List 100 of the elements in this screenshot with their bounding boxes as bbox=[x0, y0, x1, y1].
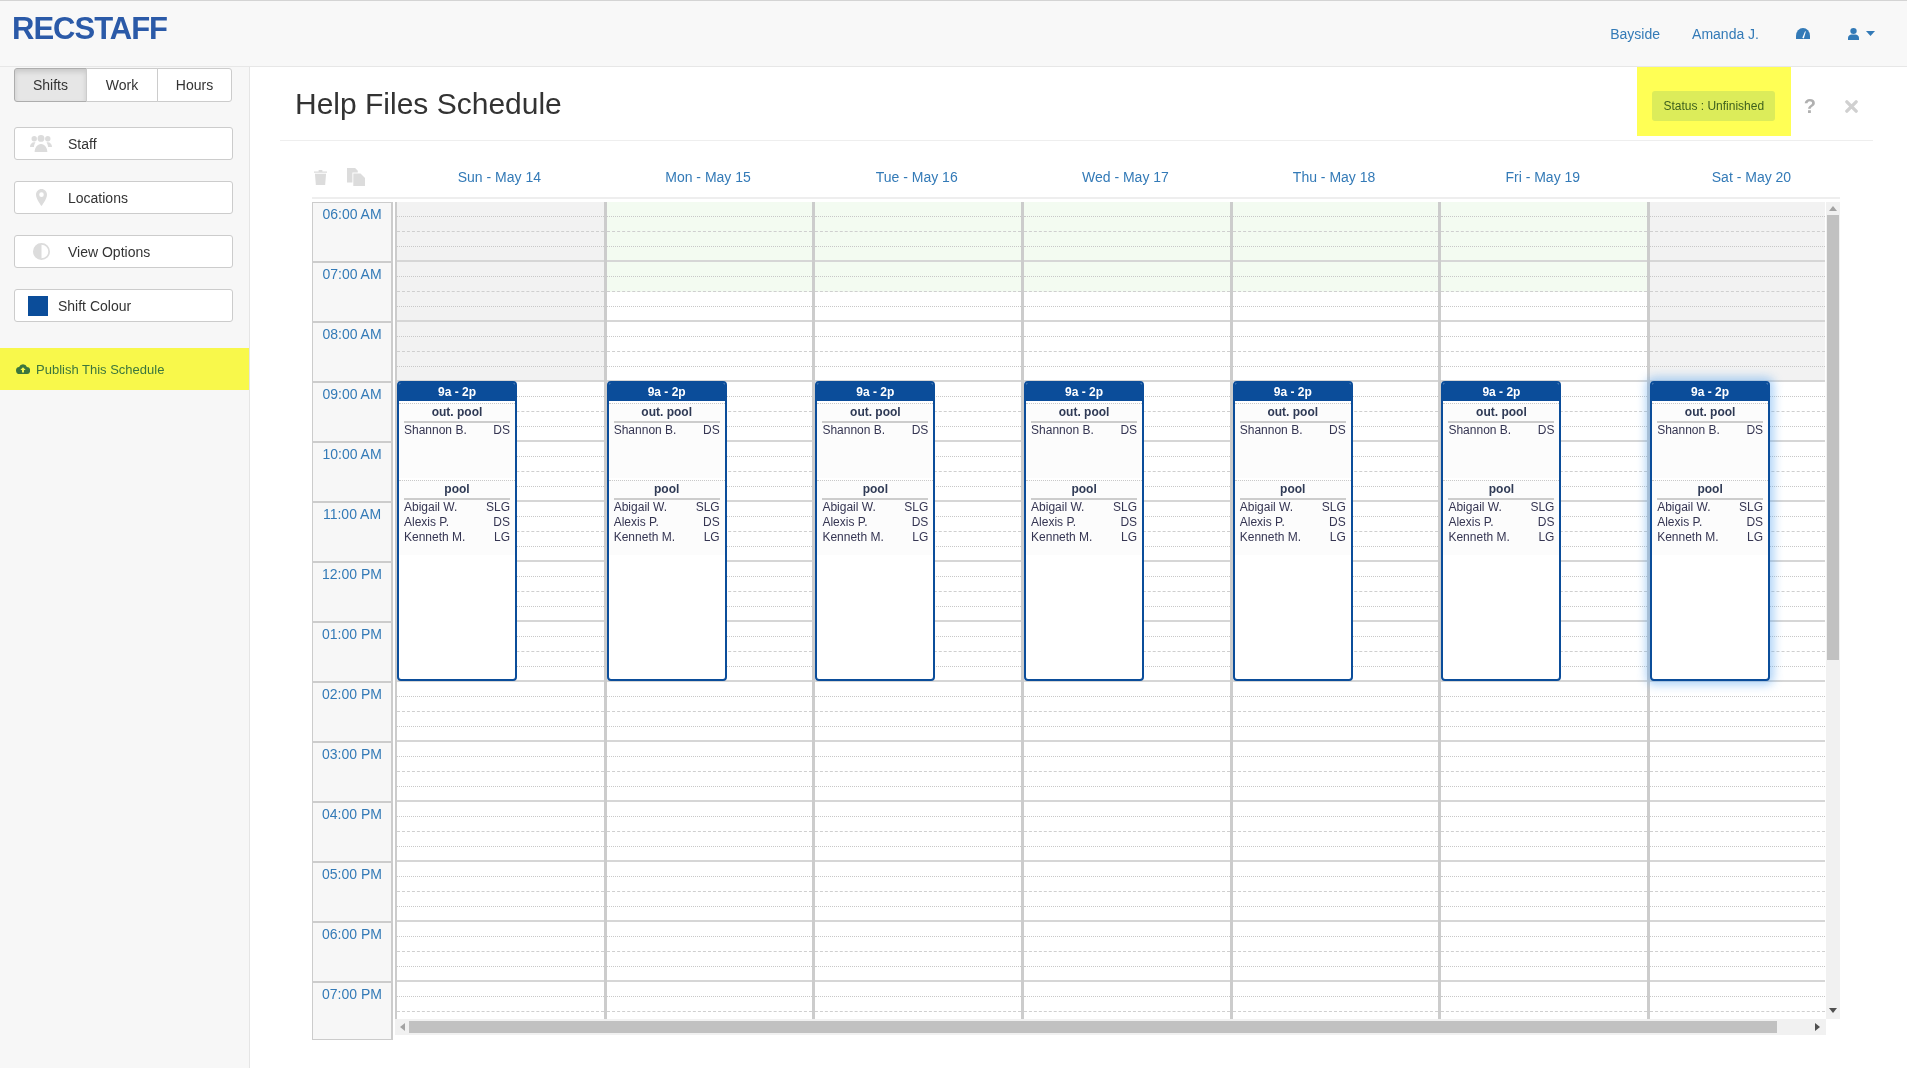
shift-card[interactable]: 9a - 2p out. pool Shannon B. DS pool Abigail W. SLG Alexis P. DS Kenneth M. LG bbox=[1441, 381, 1562, 681]
staff-name: Alexis P. bbox=[1031, 515, 1077, 530]
staff-name: Shannon B. bbox=[1239, 423, 1303, 438]
location-name: out. pool bbox=[613, 404, 720, 423]
staff-role: LG bbox=[1121, 530, 1138, 545]
staff-name: Alexis P. bbox=[613, 515, 659, 530]
sidebar-button[interactable]: View Options bbox=[14, 235, 233, 268]
staff-name: Kenneth M. bbox=[1448, 530, 1510, 545]
time-cell: 07:00 AM bbox=[313, 263, 391, 323]
staff-role: DS bbox=[703, 423, 720, 438]
shift-time: 9a - 2p bbox=[1026, 383, 1143, 401]
close-icon[interactable] bbox=[1845, 100, 1858, 113]
location-name: out. pool bbox=[1239, 404, 1346, 423]
shift-time: 9a - 2p bbox=[1652, 383, 1769, 401]
time-cell: 02:00 PM bbox=[313, 683, 391, 743]
staff-role: DS bbox=[1120, 423, 1138, 438]
shift-time: 9a - 2p bbox=[1234, 383, 1351, 401]
staff-name: Shannon B. bbox=[1031, 423, 1094, 438]
staff-name: Kenneth M. bbox=[1239, 530, 1302, 545]
half-circle-icon bbox=[32, 243, 50, 260]
staff-name: Abigail W. bbox=[1031, 500, 1085, 515]
scrollbar-thumb[interactable] bbox=[1827, 215, 1839, 660]
staff-role: LG bbox=[494, 530, 510, 545]
location-name: pool bbox=[1657, 481, 1764, 500]
staff-role: DS bbox=[1329, 423, 1346, 438]
location-name: out. pool bbox=[1031, 404, 1138, 423]
location-name: out. pool bbox=[822, 404, 929, 423]
vertical-scrollbar[interactable] bbox=[1826, 202, 1840, 1019]
time-cell: 03:00 PM bbox=[313, 743, 391, 803]
day-header: Fri - May 19 bbox=[1505, 169, 1581, 185]
staff-name: Shannon B. bbox=[822, 423, 886, 438]
staff-name: Abigail W. bbox=[1448, 500, 1502, 515]
status-badge: Status : Unfinished bbox=[1652, 90, 1776, 121]
staff-role: LG bbox=[1538, 530, 1555, 545]
shift-card[interactable]: 9a - 2p out. pool Shannon B. DS pool Abigail W. SLG Alexis P. DS Kenneth M. LG bbox=[1650, 381, 1771, 681]
down-arrow-icon[interactable] bbox=[1829, 1008, 1837, 1013]
staff-role: DS bbox=[1329, 515, 1346, 530]
staff-role: DS bbox=[493, 423, 510, 438]
time-cell: 09:00 AM bbox=[313, 383, 391, 443]
sidebar-button[interactable]: Locations bbox=[14, 181, 233, 214]
location-name: pool bbox=[404, 481, 510, 500]
day-header: Sat - May 20 bbox=[1711, 169, 1792, 185]
time-cell: 01:00 PM bbox=[313, 623, 391, 683]
copy-icon[interactable] bbox=[347, 168, 365, 186]
tab[interactable]: Hours bbox=[157, 68, 232, 102]
shift-card[interactable]: 9a - 2p out. pool Shannon B. DS pool Abigail W. SLG Alexis P. DS Kenneth M. LG bbox=[1024, 381, 1145, 681]
staff-name: Abigail W. bbox=[613, 500, 668, 515]
staff-role: SLG bbox=[1321, 500, 1346, 515]
day-header: Mon - May 15 bbox=[665, 169, 751, 185]
logo: RECSTAFF bbox=[12, 10, 168, 47]
user-icon[interactable] bbox=[1848, 27, 1859, 40]
right-arrow-icon[interactable] bbox=[1815, 1023, 1820, 1031]
staff-role: DS bbox=[911, 515, 929, 530]
header-link[interactable]: Amanda J. bbox=[1692, 25, 1759, 42]
caret-icon[interactable] bbox=[1866, 31, 1875, 36]
shift-time: 9a - 2p bbox=[817, 383, 934, 401]
tab[interactable]: Work bbox=[86, 68, 158, 102]
map-pin-icon bbox=[35, 189, 47, 206]
staff-role: DS bbox=[703, 515, 720, 530]
shift-card[interactable]: 9a - 2p out. pool Shannon B. DS pool Abigail W. SLG Alexis P. DS Kenneth M. LG bbox=[815, 381, 936, 681]
publish-button[interactable]: Publish This Schedule bbox=[0, 348, 249, 390]
time-cell: 07:00 PM bbox=[313, 983, 391, 1039]
location-name: pool bbox=[613, 481, 720, 500]
left-arrow-icon[interactable] bbox=[400, 1023, 405, 1031]
day-header: Tue - May 16 bbox=[875, 169, 958, 185]
staff-role: DS bbox=[493, 515, 510, 530]
location-name: pool bbox=[1031, 481, 1138, 500]
location-name: pool bbox=[1239, 481, 1346, 500]
sidebar-button[interactable]: Staff bbox=[14, 127, 233, 160]
time-cell: 04:00 PM bbox=[313, 803, 391, 863]
trash-icon[interactable] bbox=[314, 169, 327, 185]
header-link[interactable]: Bayside bbox=[1610, 25, 1661, 42]
staff-name: Kenneth M. bbox=[1657, 530, 1719, 545]
location-name: out. pool bbox=[404, 404, 510, 423]
location-name: out. pool bbox=[1657, 404, 1764, 423]
staff-role: DS bbox=[911, 423, 929, 438]
shift-card[interactable]: 9a - 2p out. pool Shannon B. DS pool Abigail W. SLG Alexis P. DS Kenneth M. LG bbox=[397, 381, 517, 681]
staff-name: Kenneth M. bbox=[1031, 530, 1093, 545]
staff-name: Abigail W. bbox=[822, 500, 876, 515]
staff-role: SLG bbox=[1739, 500, 1764, 515]
shift-time: 9a - 2p bbox=[1443, 383, 1560, 401]
time-cell: 11:00 AM bbox=[313, 503, 391, 563]
horizontal-scrollbar[interactable] bbox=[395, 1019, 1826, 1035]
shift-card[interactable]: 9a - 2p out. pool Shannon B. DS pool Abigail W. SLG Alexis P. DS Kenneth M. LG bbox=[1232, 381, 1353, 681]
up-arrow-icon[interactable] bbox=[1829, 206, 1837, 211]
gauge-icon[interactable] bbox=[1796, 28, 1810, 39]
staff-role: SLG bbox=[486, 500, 510, 515]
staff-role: LG bbox=[703, 530, 720, 545]
staff-name: Kenneth M. bbox=[822, 530, 884, 545]
staff-name: Abigail W. bbox=[1239, 500, 1294, 515]
staff-name: Abigail W. bbox=[1657, 500, 1711, 515]
shift-card[interactable]: 9a - 2p out. pool Shannon B. DS pool Abigail W. SLG Alexis P. DS Kenneth M. LG bbox=[606, 381, 727, 681]
day-header: Sun - May 14 bbox=[457, 169, 541, 185]
staff-role: DS bbox=[1746, 423, 1764, 438]
tab[interactable]: Shifts bbox=[14, 68, 87, 102]
sidebar-button[interactable]: Shift Colour bbox=[14, 289, 233, 322]
cloud-upload-icon bbox=[16, 364, 30, 374]
scrollbar-thumb[interactable] bbox=[409, 1021, 1777, 1033]
staff-name: Alexis P. bbox=[1239, 515, 1285, 530]
staff-role: DS bbox=[1746, 515, 1764, 530]
